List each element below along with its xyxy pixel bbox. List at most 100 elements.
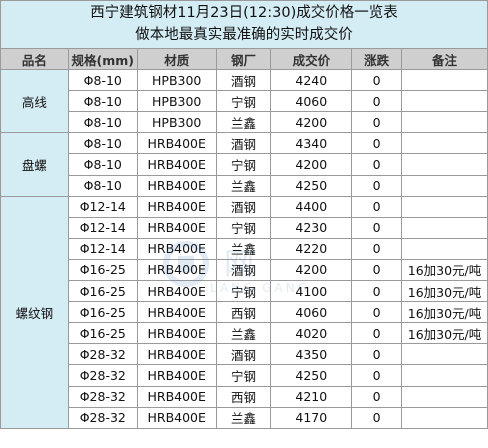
cell-change: 0 — [351, 195, 403, 218]
cell-mill: 宁钢 — [215, 90, 272, 113]
cell-note — [401, 69, 488, 92]
cell-price: 4060 — [270, 301, 353, 324]
cell-change: 0 — [351, 174, 403, 197]
cell-note: 16加30元/吨 — [401, 322, 488, 345]
cell-grade: HPB300 — [136, 69, 217, 92]
cell-note: 16加30元/吨 — [401, 258, 488, 282]
cell-spec: Φ12-14 — [67, 216, 138, 239]
cell-price: 4340 — [270, 132, 353, 155]
cell-note — [401, 237, 488, 260]
price-sheet: 西宁建筑钢材11月23日(12:30)成交价格一览表 做本地最真实最准确的实时成… — [0, 0, 488, 448]
cell-grade: HRB400E — [136, 385, 217, 408]
cell-spec: Φ12-14 — [67, 237, 138, 260]
cell-mill: 宁钢 — [215, 216, 272, 239]
table-row: Φ16-25 HRB400E 西钢 4060 0 16加30元/吨 — [1, 301, 488, 324]
cell-price: 4200 — [270, 153, 353, 176]
cell-note — [401, 111, 488, 134]
col-header-grade: 材质 — [136, 47, 217, 71]
cell-change: 0 — [351, 237, 403, 260]
cell-grade: HPB300 — [136, 90, 217, 113]
table-row: Φ16-25 HRB400E 酒钢 4200 0 16加30元/吨 — [1, 258, 488, 282]
cell-spec: Φ28-32 — [67, 385, 138, 408]
cell-note: 16加30元/吨 — [401, 280, 488, 303]
cell-change: 0 — [351, 216, 403, 239]
cell-price: 4400 — [270, 195, 353, 218]
table-row: Φ28-32 HRB400E 宁钢 4250 0 — [1, 364, 488, 387]
table-row: 盘螺 Φ8-10 HRB400E 酒钢 4340 0 — [0, 132, 488, 197]
cell-note — [401, 90, 488, 113]
cell-mill: 宁钢 — [215, 153, 272, 176]
cell-grade: HPB300 — [136, 111, 217, 134]
cell-change: 0 — [351, 132, 403, 155]
cell-change: 0 — [351, 406, 403, 429]
cell-grade: HRB400E — [136, 216, 217, 239]
cell-spec: Φ16-25 — [67, 258, 138, 282]
cell-price: 4170 — [270, 406, 353, 429]
cell-mill: 西钢 — [215, 385, 272, 408]
cell-grade: HRB400E — [136, 301, 217, 324]
cell-price: 4350 — [270, 343, 353, 366]
cell-change: 0 — [351, 280, 403, 303]
group-label: 盘螺 — [0, 132, 69, 197]
col-header-change: 涨跌 — [351, 47, 403, 71]
table-row: Φ8-10 HRB400E 宁钢 4200 0 — [1, 153, 488, 176]
table-row: Φ12-14 HRB400E 宁钢 4230 0 — [1, 216, 488, 239]
cell-change: 0 — [351, 301, 403, 324]
cell-mill: 兰鑫 — [215, 406, 272, 429]
cell-mill: 兰鑫 — [215, 111, 272, 134]
cell-price: 4200 — [270, 111, 353, 134]
cell-change: 0 — [351, 111, 403, 134]
cell-grade: HRB400E — [136, 343, 217, 366]
cell-mill: 宁钢 — [215, 364, 272, 387]
cell-note — [401, 385, 488, 408]
cell-change: 0 — [351, 90, 403, 113]
cell-note: 16加30元/吨 — [401, 301, 488, 324]
cell-mill: 酒钢 — [215, 195, 272, 218]
page-title: 西宁建筑钢材11月23日(12:30)成交价格一览表 — [90, 5, 398, 21]
cell-note — [401, 364, 488, 387]
cell-spec: Φ8-10 — [67, 153, 138, 176]
cell-note — [401, 132, 488, 155]
cell-mill: 宁钢 — [215, 280, 272, 303]
cell-spec: Φ8-10 — [67, 69, 138, 92]
cell-change: 0 — [351, 153, 403, 176]
cell-note — [401, 153, 488, 176]
title-banner: 西宁建筑钢材11月23日(12:30)成交价格一览表 做本地最真实最准确的实时成… — [0, 0, 488, 50]
col-header-price: 成交价 — [270, 47, 353, 71]
table-row: Φ8-10 HRB400E 兰鑫 4250 0 — [1, 174, 488, 197]
cell-mill: 兰鑫 — [215, 174, 272, 197]
cell-spec: Φ16-25 — [67, 280, 138, 303]
cell-price: 4060 — [270, 90, 353, 113]
cell-spec: Φ8-10 — [67, 111, 138, 134]
price-table: 品名 规格(mm) 材质 钢厂 成交价 涨跌 备注 高线 Φ8-10 HPB30… — [0, 47, 488, 429]
cell-mill: 酒钢 — [215, 258, 272, 282]
cell-spec: Φ16-25 — [67, 322, 138, 345]
cell-mill: 西钢 — [215, 301, 272, 324]
cell-change: 0 — [351, 258, 403, 282]
cell-mill: 酒钢 — [215, 132, 272, 155]
cell-change: 0 — [351, 322, 403, 345]
cell-spec: Φ16-25 — [67, 301, 138, 324]
cell-change: 0 — [351, 364, 403, 387]
cell-mill: 兰鑫 — [215, 322, 272, 345]
table-row: Φ16-25 HRB400E 兰鑫 4020 0 16加30元/吨 — [1, 322, 488, 345]
table-row: Φ8-10 HPB300 兰鑫 4200 0 — [1, 111, 488, 134]
cell-note — [401, 406, 488, 429]
cell-mill: 酒钢 — [215, 69, 272, 92]
cell-grade: HRB400E — [136, 258, 217, 282]
cell-grade: HRB400E — [136, 195, 217, 218]
cell-grade: HRB400E — [136, 322, 217, 345]
cell-spec: Φ28-32 — [67, 364, 138, 387]
cell-price: 4020 — [270, 322, 353, 345]
cell-spec: Φ8-10 — [67, 174, 138, 197]
header-row: 品名 规格(mm) 材质 钢厂 成交价 涨跌 备注 — [0, 47, 488, 71]
cell-grade: HRB400E — [136, 132, 217, 155]
cell-grade: HRB400E — [136, 153, 217, 176]
page-subtitle: 做本地最真实最准确的实时成交价 — [135, 27, 353, 43]
cell-price: 4250 — [270, 364, 353, 387]
table-row: Φ12-14 HRB400E 兰鑫 4220 0 — [1, 237, 488, 260]
cell-price: 4250 — [270, 174, 353, 197]
cell-grade: HRB400E — [136, 237, 217, 260]
table-row: 螺纹钢 Φ12-14 HRB400E 酒钢 4400 0 — [0, 195, 488, 429]
cell-note — [401, 216, 488, 239]
